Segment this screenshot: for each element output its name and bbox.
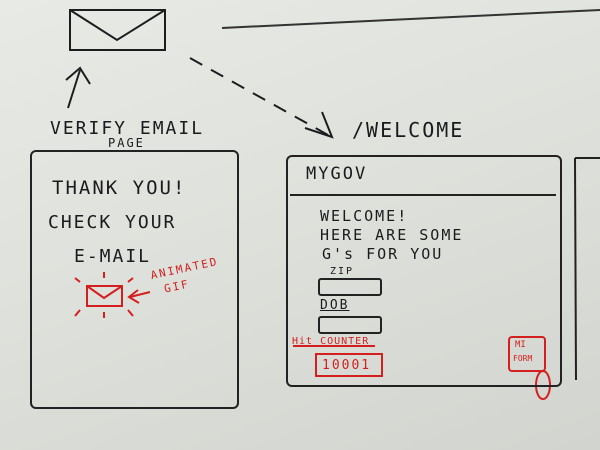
welcome-frame: [286, 155, 562, 387]
here-are-some-text: HERE ARE SOME: [320, 226, 464, 244]
zip-field[interactable]: [318, 278, 382, 296]
verify-email-subheading: PAGE: [108, 136, 145, 150]
mygov-brand: MYGOV: [306, 164, 368, 184]
thank-you-text: THANK YOU!: [52, 177, 187, 199]
dob-label: DOB: [320, 298, 350, 313]
mi-form-badge-label-2: FORM: [513, 354, 533, 363]
gs-for-you-text: G's FOR YOU: [322, 245, 444, 263]
welcome-route-heading: /WELCOME: [352, 118, 465, 142]
email-text: E-MAIL: [74, 246, 152, 267]
mi-form-badge-label-1: MI: [515, 340, 526, 350]
top-divider-line: [221, 9, 600, 29]
welcome-greeting: WELCOME!: [320, 207, 409, 225]
arrow-up-icon: [65, 66, 91, 109]
zip-label: ZIP: [330, 266, 355, 277]
hit-counter-label: Hit COUNTER: [292, 336, 370, 347]
check-your-text: CHECK YOUR: [48, 212, 177, 233]
next-page-frame: [574, 157, 600, 381]
hit-counter-value: 10001: [322, 358, 372, 373]
envelope-icon: [69, 9, 166, 51]
dashed-arrow-icon: [189, 57, 334, 139]
dob-field[interactable]: [318, 316, 382, 334]
header-divider: [290, 194, 556, 196]
